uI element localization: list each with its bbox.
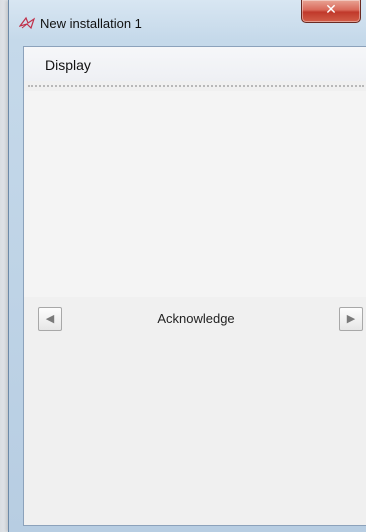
close-icon: ✕ (325, 2, 337, 18)
title-bar[interactable]: New installation 1 ✕ (9, 0, 366, 46)
acknowledge-label: Acknowledge (157, 311, 235, 326)
menu-bar: Display (24, 47, 366, 81)
close-button[interactable]: ✕ (301, 0, 361, 23)
triangle-right-icon: ▶ (346, 312, 356, 325)
lower-panel (24, 339, 366, 525)
menu-item-display[interactable]: Display (45, 57, 91, 73)
dotted-separator (28, 85, 364, 87)
installation-logo-icon (18, 15, 36, 31)
display-panel (24, 91, 366, 297)
client-area: Display ◀ Acknowledge ▶ (23, 46, 366, 526)
acknowledge-navigation: ◀ Acknowledge ▶ (24, 305, 366, 335)
app-window: New installation 1 ✕ Display ◀ Acknowled… (8, 0, 366, 532)
window-title: New installation 1 (40, 16, 142, 31)
next-button[interactable]: ▶ (339, 307, 363, 331)
